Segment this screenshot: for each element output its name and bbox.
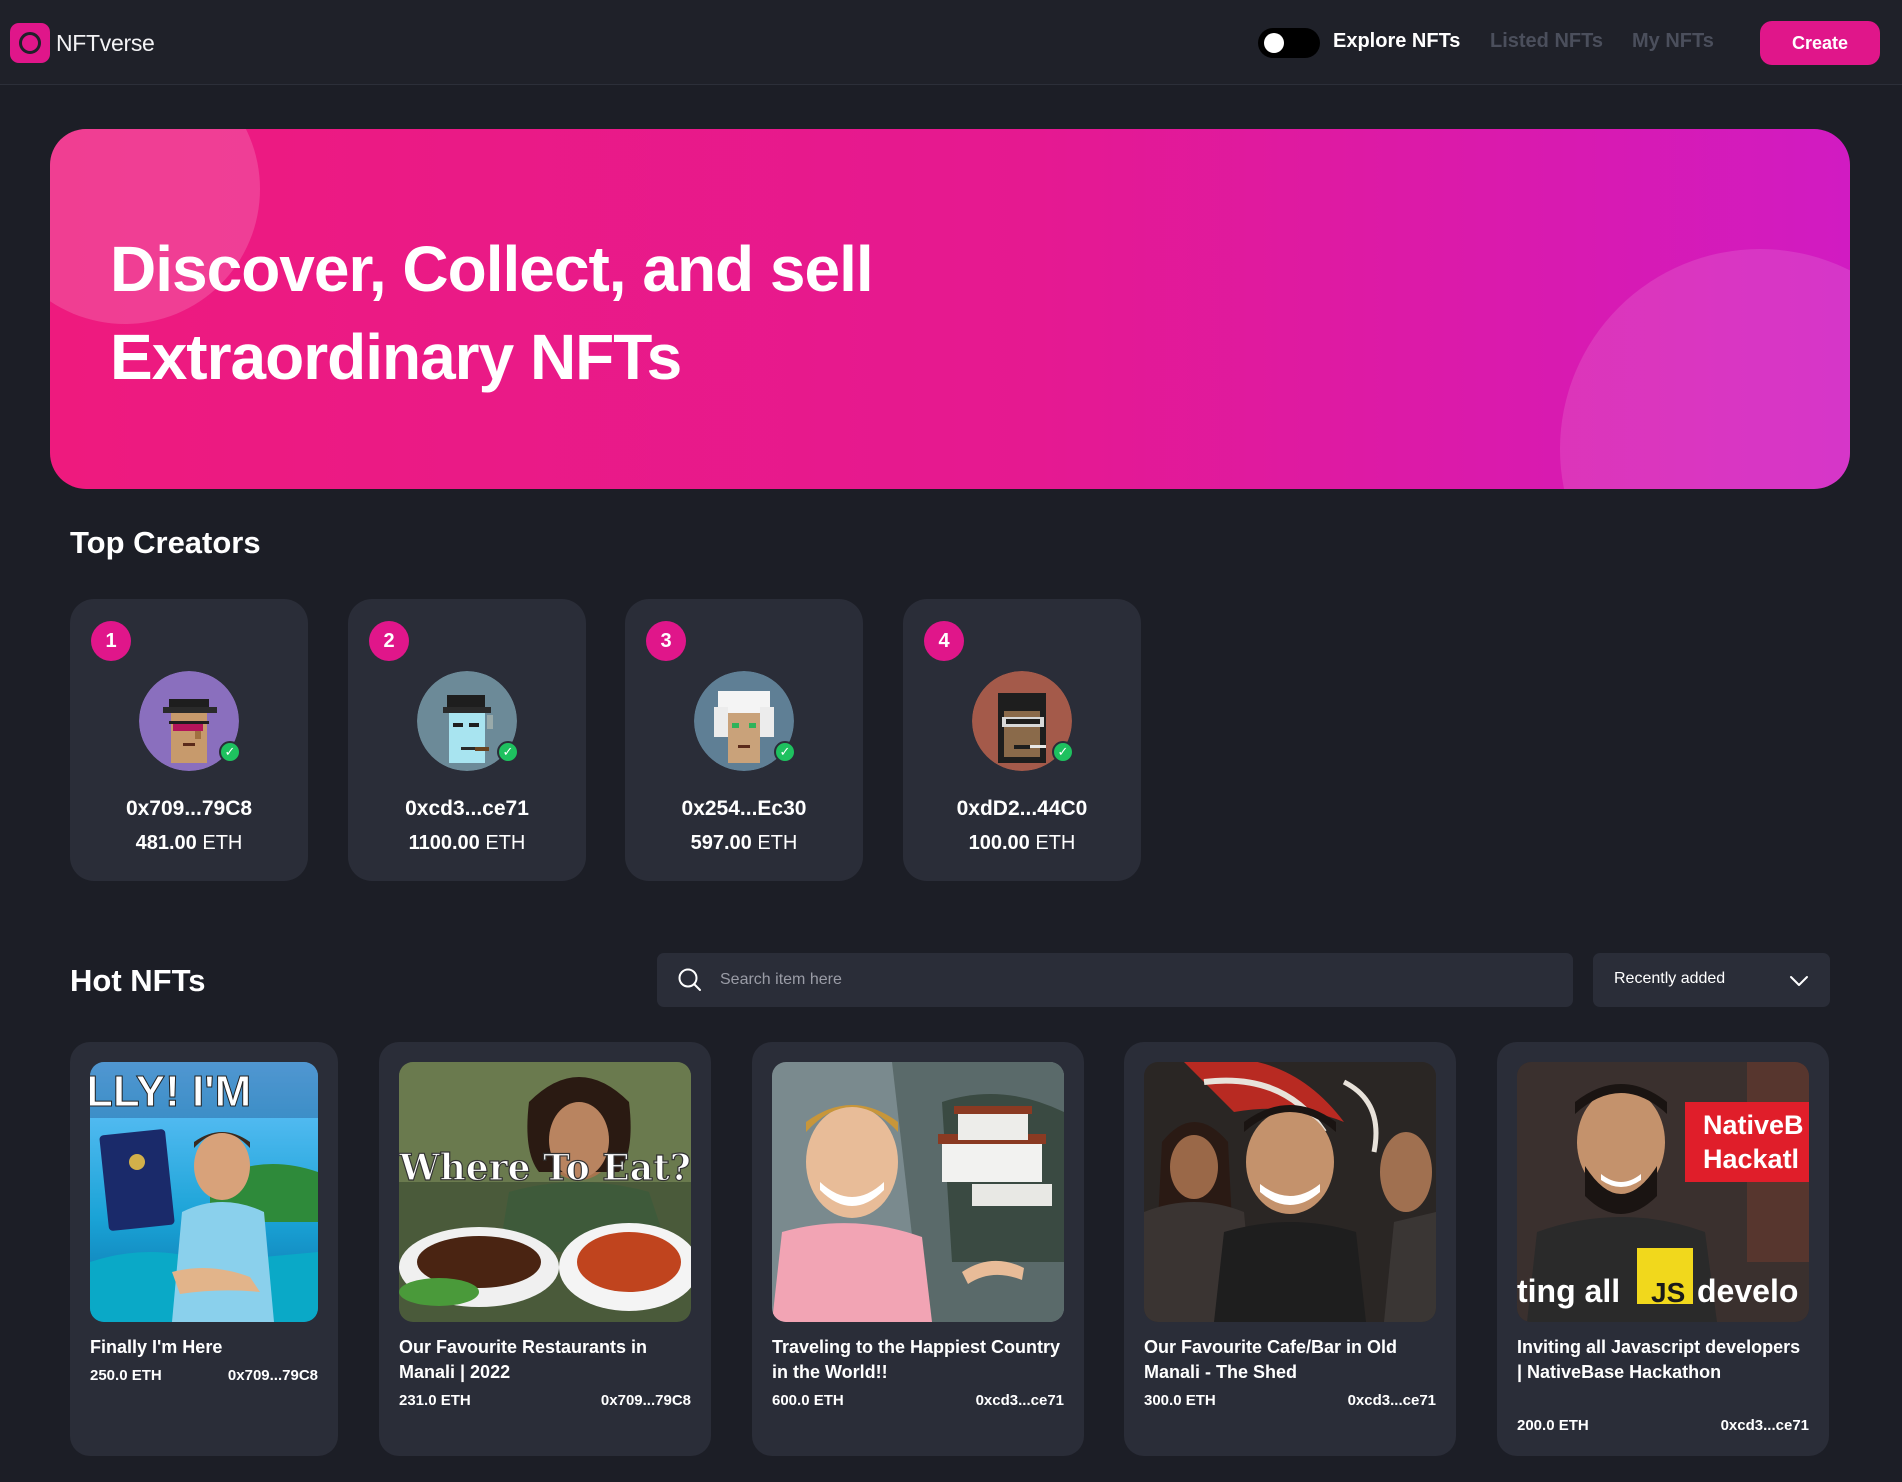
hero-title: Discover, Collect, and sell Extraordinar… [110,225,874,401]
js-badge-label: JS [1651,1277,1685,1308]
nft-card[interactable]: Traveling to the Happiest Country in the… [752,1042,1084,1456]
verified-icon: ✓ [497,741,519,763]
nft-price: 200.0 ETH [1517,1417,1589,1434]
nft-title: Our Favourite Restaurants in Manali | 20… [399,1337,648,1382]
thumbnail-caption: LLY! I'M [90,1067,251,1116]
nft-thumbnail [772,1062,1064,1322]
nft-card[interactable]: NativeB Hackatl JS ting all develo Invit… [1497,1042,1829,1456]
hero-banner: Discover, Collect, and sell Extraordinar… [50,129,1850,489]
creator-volume: 481.00 ETH [135,832,243,854]
nft-owner: 0xcd3...ce71 [1347,1392,1436,1409]
nft-price: 231.0 ETH [399,1392,471,1409]
nft-owner: 0x709...79C8 [600,1392,691,1409]
logo-icon [10,23,50,63]
nav-my-nfts[interactable]: My NFTs [1632,30,1714,53]
creator-avatar: ✓ [417,671,519,771]
top-creators-heading: Top Creators [70,525,261,560]
search-bar[interactable] [657,953,1573,1007]
nft-owner: 0xcd3...ce71 [1720,1417,1809,1434]
nft-owner: 0x709...79C8 [227,1367,318,1384]
nft-meta: 300.0 ETH 0xcd3...ce71 [1144,1392,1436,1409]
thumbnail-caption: develo [1697,1273,1798,1309]
search-icon [678,968,701,991]
creator-volume: 1100.00 ETH [408,832,526,854]
hero-title-line: Extraordinary NFTs [110,321,682,393]
top-navbar: NFTverse Explore NFTs Listed NFTs My NFT… [0,0,1902,85]
creator-card[interactable]: 4 ✓ 0xdD2...44C0 100.00 ETH [903,599,1141,881]
rank-badge: 1 [91,621,131,661]
nft-thumbnail: NativeB Hackatl JS ting all develo [1517,1062,1809,1322]
nft-card[interactable]: Our Favourite Cafe/Bar in Old Manali - T… [1124,1042,1456,1456]
hot-nfts-heading: Hot NFTs [70,963,206,998]
toggle-knob [1264,33,1284,53]
thumbnail-caption: ting all [1517,1273,1620,1309]
brand-name: NFTverse [56,29,155,56]
theme-toggle[interactable] [1258,28,1320,58]
create-button[interactable]: Create [1760,21,1880,65]
thumbnail-caption: Where To Eat? [399,1147,691,1189]
thumbnail-caption: Hackatl [1703,1144,1799,1174]
creator-avatar: ✓ [972,671,1074,771]
creator-avatar: ✓ [139,671,241,771]
rank-badge: 2 [369,621,409,661]
creator-address: 0x254...Ec30 [681,797,807,820]
nft-price: 250.0 ETH [90,1367,162,1384]
search-input[interactable] [720,967,1540,993]
nft-card[interactable]: Where To Eat? Our Favourite Restaurants … [379,1042,711,1456]
rank-badge: 3 [646,621,686,661]
verified-icon: ✓ [219,741,241,763]
brand-logo[interactable]: NFTverse [10,23,155,63]
nft-title: Finally I'm Here [90,1337,223,1357]
creator-card[interactable]: 2 ✓ 0xcd3...ce71 1100.00 ETH [348,599,586,881]
creator-address: 0xcd3...ce71 [405,797,529,820]
nft-meta: 600.0 ETH 0xcd3...ce71 [772,1392,1064,1409]
nft-thumbnail [1144,1062,1436,1322]
chevron-down-icon [1790,976,1808,986]
creator-address: 0xdD2...44C0 [956,797,1088,820]
verified-icon: ✓ [774,741,796,763]
nft-title: Inviting all Javascript developers | Nat… [1517,1337,1801,1382]
sort-dropdown[interactable]: Recently added [1593,953,1830,1007]
nft-thumbnail: Where To Eat? [399,1062,691,1322]
nft-price: 600.0 ETH [772,1392,844,1409]
creator-card[interactable]: 3 ✓ 0x254...Ec30 597.00 ETH [625,599,863,881]
creator-card[interactable]: 1 ✓ 0x709...79C8 481.00 ETH [70,599,308,881]
creator-volume: 100.00 ETH [968,832,1076,854]
nft-price: 300.0 ETH [1144,1392,1216,1409]
nft-meta: 250.0 ETH 0x709...79C8 [90,1367,318,1384]
rank-badge: 4 [924,621,964,661]
nft-owner: 0xcd3...ce71 [975,1392,1064,1409]
creator-address: 0x709...79C8 [125,797,253,820]
hero-title-line: Discover, Collect, and sell [110,233,874,305]
creator-volume: 597.00 ETH [690,832,798,854]
verified-icon: ✓ [1052,741,1074,763]
creator-avatar: ✓ [694,671,796,771]
nav-explore-nfts[interactable]: Explore NFTs [1333,30,1460,53]
nft-title: Our Favourite Cafe/Bar in Old Manali - T… [1144,1337,1398,1382]
nft-card[interactable]: LLY! I'M Finally I'm Here 250.0 ETH 0x70… [70,1042,338,1456]
nft-thumbnail: LLY! I'M [90,1062,318,1322]
hero-decor-circle [1560,249,1850,489]
nft-meta: 200.0 ETH 0xcd3...ce71 [1517,1417,1809,1434]
thumbnail-caption: NativeB [1703,1110,1804,1140]
nft-meta: 231.0 ETH 0x709...79C8 [399,1392,691,1409]
nav-listed-nfts[interactable]: Listed NFTs [1490,30,1603,53]
sort-selected-value: Recently added [1614,970,1726,987]
nft-title: Traveling to the Happiest Country in the… [772,1337,1061,1382]
